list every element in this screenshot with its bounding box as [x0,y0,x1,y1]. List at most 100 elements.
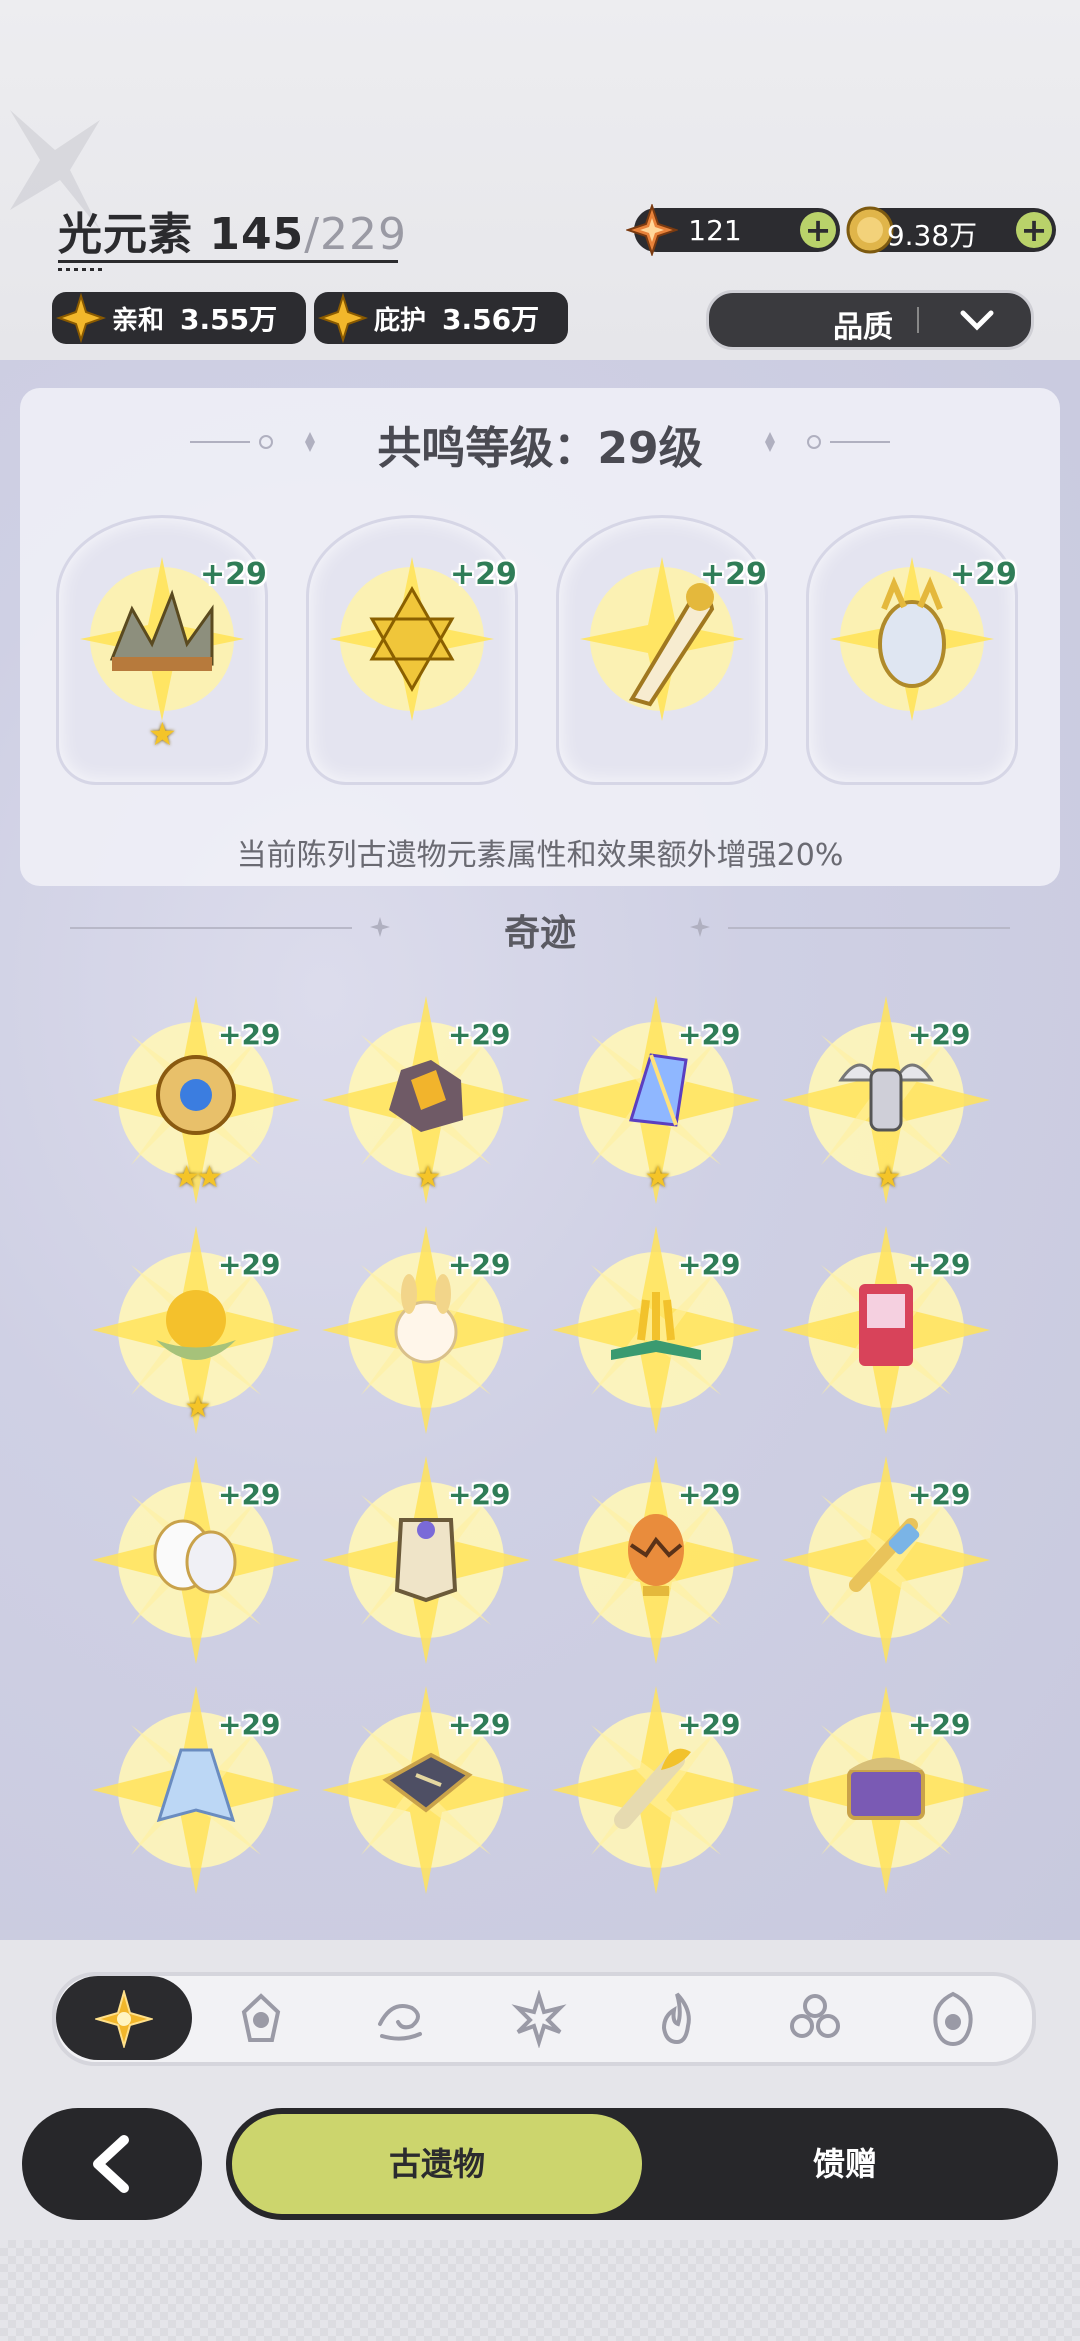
bonus-label: +29 [950,557,1017,592]
stone-tablet-icon [382,1752,473,1813]
relic-card[interactable]: +29 [316,1220,536,1440]
bonus-label: +29 [450,557,517,592]
winged-reliquary-icon [838,1063,934,1132]
relic-card[interactable]: +29 [86,1680,306,1900]
star-rating: ★ [874,1160,902,1195]
count-total: /229 [304,209,407,260]
light-element-icon[interactable] [95,1990,153,2048]
affinity-value: 3.55万 [180,303,278,336]
star-rating: ★ [644,1160,672,1195]
amber-rock-icon [389,1060,463,1132]
relic-card[interactable]: +29 ★★ [86,990,306,1210]
title-ornament-right [765,432,890,452]
divider-diamond-icon [690,917,710,937]
relic-card[interactable]: +29 [546,1450,766,1670]
star-rating: ★ [414,1160,442,1195]
tab-gifts[interactable]: 馈赠 [680,2114,1010,2214]
bonus-label: +29 [448,1018,511,1051]
element-name: 光元素 [58,209,193,260]
affinity-label: 亲和 [112,305,165,336]
bonus-label: +29 [218,1478,281,1511]
leaf-element-icon[interactable] [786,1990,844,2048]
star-rating: ★ [184,1390,212,1425]
bonus-label: +29 [448,1708,511,1741]
relic-card[interactable]: +29 [546,1220,766,1440]
dropdown-separator [917,307,919,333]
add-coin-button[interactable]: + [1016,212,1052,248]
bonus-label: +29 [678,1478,741,1511]
bonus-label: +29 [218,1708,281,1741]
relic-card[interactable]: +29 [316,1680,536,1900]
bonus-label: +29 [908,1708,971,1741]
gold-star-icon [318,293,368,343]
back-arrow-icon [93,2135,129,2193]
resonance-slot[interactable]: +29 [556,515,768,785]
golden-lotus-icon [156,1290,236,1360]
bonus-label: +29 [448,1248,511,1281]
ornate-banner-icon [394,1518,458,1603]
bonus-label: +29 [908,1248,971,1281]
relic-card[interactable]: +29 [546,1680,766,1900]
bonus-label: +29 [200,557,267,592]
bonus-label: +29 [908,1018,971,1051]
chevron-down-icon [960,310,994,331]
protection-stat: 庇护 3.56万 [314,292,568,344]
fire-element-icon[interactable] [648,1990,706,2048]
relic-card[interactable]: +29 [86,1450,306,1670]
title-dots [58,268,106,271]
bonus-label: +29 [448,1478,511,1511]
relic-card[interactable]: +29 ★ [776,990,996,1210]
relic-card[interactable]: +29 ★ [86,1220,306,1440]
resonance-description: 当前陈列古遗物元素属性和效果额外增强20% [236,838,844,873]
coin-currency-value: 9.38万 [886,219,978,252]
checker-pattern [0,2240,1080,2341]
relic-card[interactable]: +29 [316,1450,536,1670]
star-currency-value: 121 [688,214,742,247]
bonus-label: +29 [678,1018,741,1051]
add-star-currency-button[interactable]: + [800,212,836,248]
protection-label: 庇护 [374,305,427,336]
golden-key-icon [849,1518,920,1592]
bonus-label: +29 [218,1018,281,1051]
fluffy-bunny-icon [394,1274,458,1364]
rainbow-crystal-icon [629,1053,688,1127]
coin-currency: 9.38万 + [846,206,1056,254]
bonus-label: +29 [218,1248,281,1281]
lotus-element-icon[interactable] [510,1990,568,2048]
relic-card[interactable]: +29 ★ [546,990,766,1210]
title-underline [58,260,398,263]
relic-card[interactable]: +29 [776,1220,996,1440]
relic-card[interactable]: +29 ★ [316,990,536,1210]
tab-relics[interactable]: 古遗物 [232,2114,642,2214]
bonus-label: +29 [678,1248,741,1281]
crystal-element-icon[interactable] [232,1990,290,2048]
resonance-level-title: 共鸣等级：29级 [377,423,703,474]
back-button[interactable] [22,2108,202,2220]
protection-value: 3.56万 [442,303,540,336]
blue-robe-icon [156,1748,236,1823]
treasure-chest-icon [847,1757,925,1820]
bonus-label: +29 [678,1708,741,1741]
bonus-label: +29 [908,1478,971,1511]
theater-masks-icon [153,1519,237,1594]
affinity-stat: 亲和 3.55万 [52,292,306,344]
divider-line [728,927,1010,929]
wind-element-icon[interactable] [372,1990,430,2048]
element-title: 光元素 145/229 [58,198,407,271]
star-rating: ★★ [173,1160,223,1195]
star-rating-icon: ★ [148,715,177,753]
gold-star-icon [56,293,106,343]
flower-book-icon [611,1292,701,1360]
cracked-egg-icon [628,1514,684,1596]
quality-dropdown[interactable]: 品质 [706,290,1034,350]
relic-card[interactable]: +29 [776,1450,996,1670]
resonance-slot[interactable]: +29 [806,515,1018,785]
pocket-watch-icon [156,1055,236,1135]
star-currency: 121 + [626,204,840,256]
relic-card[interactable]: +29 [776,1680,996,1900]
void-element-icon[interactable] [924,1990,982,2048]
resonance-slot[interactable]: +29 [306,515,518,785]
section-title: 奇迹 [503,913,576,954]
resonance-slot[interactable]: +29 ★ [56,515,268,785]
golden-horn-branch-icon [614,1748,691,1829]
